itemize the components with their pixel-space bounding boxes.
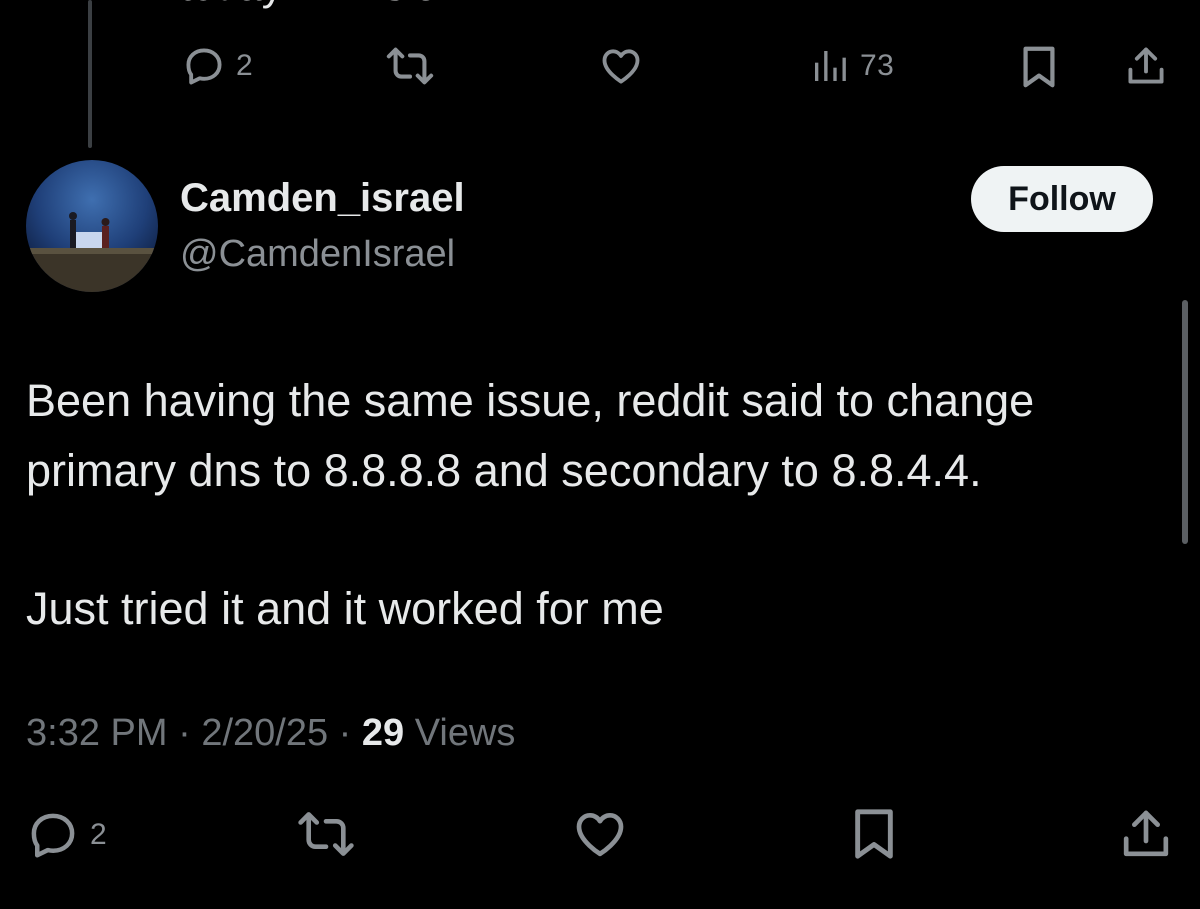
- tweet-text: Been having the same issue, reddit said …: [26, 366, 1166, 644]
- previous-views-count: 73: [860, 49, 895, 82]
- author-display-name[interactable]: Camden_israel: [180, 176, 465, 221]
- like-button[interactable]: [572, 806, 628, 862]
- tweet-time[interactable]: 3:32 PM: [26, 712, 168, 754]
- author-handle[interactable]: @CamdenIsrael: [180, 233, 455, 276]
- meta-separator: ·: [338, 712, 352, 754]
- retweet-icon: [385, 44, 435, 88]
- reply-count: 2: [90, 818, 108, 851]
- previous-like-button[interactable]: [599, 44, 643, 88]
- retweet-button[interactable]: [296, 808, 356, 860]
- tweet-paragraph: Just tried it and it worked for me: [26, 583, 664, 634]
- bookmark-icon: [1019, 44, 1059, 90]
- previous-reply-count: 2: [236, 49, 254, 82]
- scrollbar[interactable]: [1182, 300, 1188, 544]
- reply-icon: [182, 44, 226, 88]
- previous-share-button[interactable]: [1124, 44, 1168, 88]
- bookmark-button[interactable]: [850, 806, 898, 862]
- bookmark-icon: [850, 806, 898, 862]
- previous-bookmark-button[interactable]: [1019, 44, 1059, 90]
- share-icon: [1118, 806, 1174, 862]
- tweet-meta: 3:32 PM · 2/20/25 · 29 Views: [26, 712, 515, 755]
- previous-analytics-button[interactable]: 73: [810, 46, 894, 86]
- reply-button[interactable]: 2: [26, 808, 107, 862]
- previous-reply-button[interactable]: 2: [182, 44, 253, 88]
- views-label[interactable]: Views: [415, 712, 516, 754]
- thread-connector-line: [88, 0, 92, 148]
- share-button[interactable]: [1118, 806, 1174, 862]
- previous-retweet-button[interactable]: [385, 44, 435, 88]
- views-count[interactable]: 29: [362, 712, 404, 754]
- share-icon: [1124, 44, 1168, 88]
- analytics-icon: [810, 46, 850, 86]
- meta-separator: ·: [178, 712, 191, 754]
- avatar[interactable]: [26, 160, 158, 292]
- like-icon: [572, 806, 628, 862]
- reply-icon: [26, 808, 80, 862]
- tweet-date[interactable]: 2/20/25: [201, 712, 328, 754]
- like-icon: [599, 44, 643, 88]
- follow-button[interactable]: Follow: [971, 166, 1153, 232]
- previous-tweet-text: today? I'm sick.: [180, 0, 468, 10]
- retweet-icon: [296, 808, 356, 860]
- tweet-paragraph: Been having the same issue, reddit said …: [26, 375, 1035, 496]
